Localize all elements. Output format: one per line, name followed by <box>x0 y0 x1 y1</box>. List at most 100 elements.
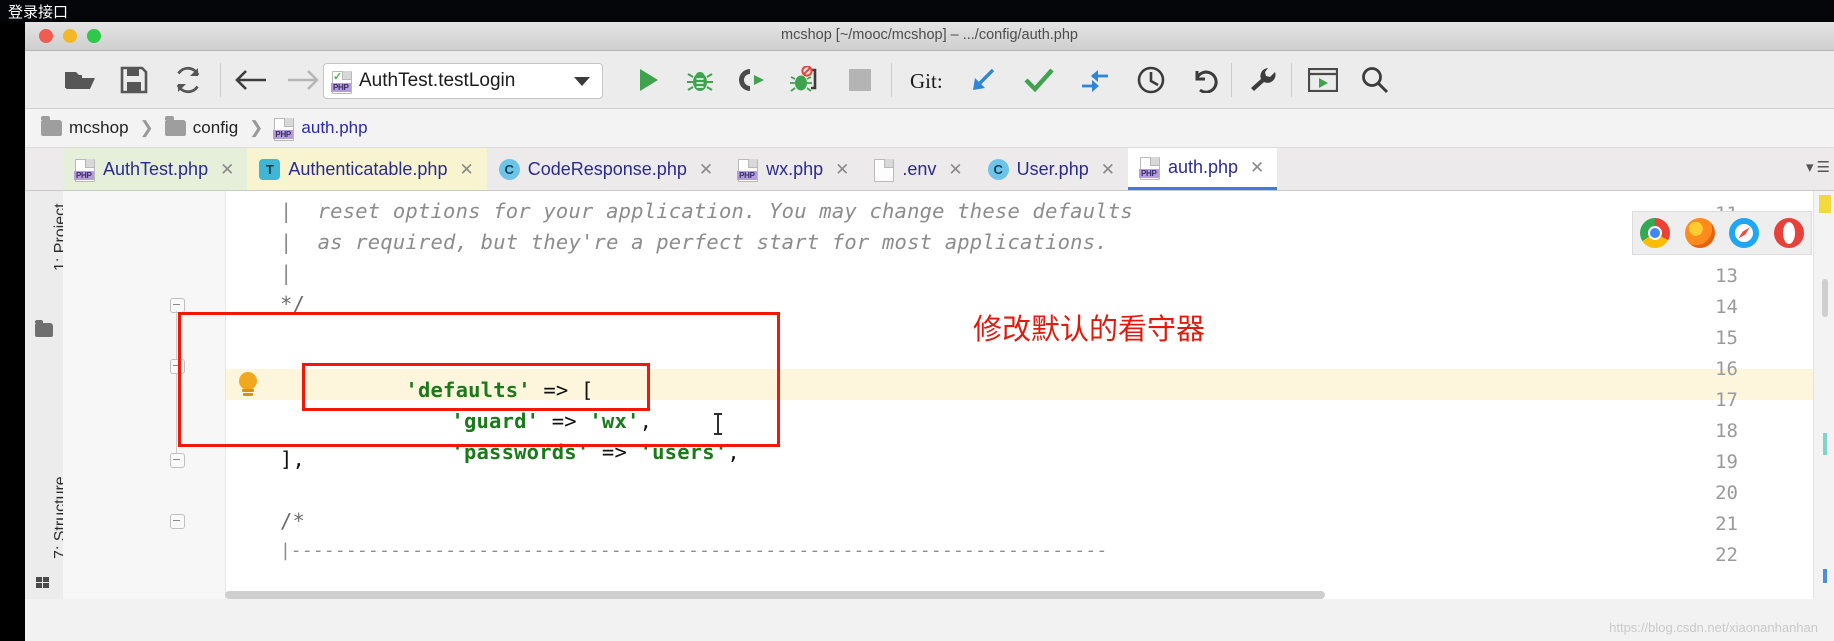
marker-scrollbar[interactable] <box>1813 191 1834 599</box>
breadcrumb-label: mcshop <box>69 118 129 137</box>
warning-marker[interactable] <box>1819 195 1831 213</box>
scroll-thumb[interactable] <box>1822 279 1828 317</box>
fold-line <box>176 311 177 359</box>
run-configuration-selector[interactable]: ✓ PHP AuthTest.testLogin <box>323 63 603 99</box>
browser-launcher-bar[interactable] <box>1632 211 1812 255</box>
code-editor[interactable]: 1: Project 7: Structure 11 12 13 14 15 1… <box>25 191 1834 599</box>
code-line-11: | reset options for your application. Yo… <box>280 199 1133 223</box>
close-icon[interactable]: ✕ <box>1250 159 1264 176</box>
tab-env[interactable]: .env ✕ <box>862 148 975 190</box>
tab-label: CodeResponse.php <box>527 158 687 179</box>
git-commit-icon[interactable] <box>1015 51 1063 108</box>
tab-coderesponse-php[interactable]: C CodeResponse.php ✕ <box>487 148 726 190</box>
annotation-text: 修改默认的看守器 <box>973 312 1206 346</box>
structure-icon <box>36 577 50 589</box>
tab-label: AuthTest.php <box>103 158 209 179</box>
breadcrumb-label: config <box>192 118 239 137</box>
search-everywhere-icon[interactable] <box>1351 51 1399 108</box>
opera-icon[interactable] <box>1773 218 1804 248</box>
ide-window: mcshop [~/mooc/mcshop] – .../config/auth… <box>25 22 1834 641</box>
sync-icon[interactable] <box>165 51 211 108</box>
fold-marker[interactable] <box>170 453 185 468</box>
horizontal-scrollbar[interactable] <box>225 591 1325 599</box>
safari-icon[interactable] <box>1729 218 1760 248</box>
open-in-browser-icon[interactable] <box>1299 51 1347 108</box>
revert-icon[interactable] <box>1181 51 1229 108</box>
stop-icon[interactable] <box>837 51 883 108</box>
left-tool-rail: 1: Project 7: Structure <box>25 191 69 599</box>
run-with-coverage-icon[interactable] <box>729 51 777 108</box>
code-line-13: | <box>280 261 293 285</box>
breadcrumb-item-config[interactable]: config <box>164 116 239 138</box>
chevron-down-icon[interactable] <box>574 76 590 86</box>
code-line-22: |---------------------------------------… <box>280 540 1108 561</box>
folder-icon <box>164 116 186 136</box>
back-icon[interactable] <box>227 51 275 108</box>
git-label: Git: <box>910 69 943 93</box>
tab-auth-php[interactable]: PHP auth.php ✕ <box>1127 148 1278 190</box>
annotation-box-inner <box>302 363 650 411</box>
git-update-icon[interactable] <box>960 51 1006 108</box>
trait-icon: T <box>259 158 281 180</box>
history-icon[interactable] <box>1127 51 1175 108</box>
tab-label: Authenticatable.php <box>288 158 448 179</box>
tab-list-menu[interactable]: ▾ ☰ <box>1806 158 1830 176</box>
tab-label: wx.php <box>766 158 824 179</box>
main-toolbar: ✓ PHP AuthTest.testLogin Git: <box>25 51 1834 109</box>
fold-marker[interactable] <box>170 298 185 313</box>
breadcrumb-item-authphp[interactable]: PHP auth.php <box>273 117 368 141</box>
run-configuration-label: AuthTest.testLogin <box>359 70 516 91</box>
folder-icon <box>41 116 62 136</box>
close-icon[interactable]: ✕ <box>220 161 234 178</box>
top-caption-strip: 登录接口 <box>0 0 1834 22</box>
code-line-12: | as required, but they're a perfect sta… <box>280 230 1108 254</box>
toolbar-separator <box>220 63 221 97</box>
fold-marker[interactable] <box>170 514 185 529</box>
php-file-icon: PHP <box>273 117 295 141</box>
open-folder-icon[interactable] <box>57 51 103 108</box>
toolbar-separator-3 <box>1231 63 1232 97</box>
breadcrumb-separator: ❯ <box>139 118 154 137</box>
php-file-icon: PHP <box>74 158 95 182</box>
close-icon[interactable]: ✕ <box>699 161 713 178</box>
toolbar-separator-4 <box>1291 63 1292 97</box>
save-all-icon[interactable] <box>111 51 157 108</box>
close-icon[interactable]: ✕ <box>835 161 849 178</box>
code-line-21: /* <box>280 509 306 533</box>
class-icon: C <box>987 158 1009 180</box>
tab-label: .env <box>902 158 937 179</box>
window-title: mcshop [~/mooc/mcshop] – .../config/auth… <box>780 27 1078 43</box>
close-icon[interactable]: ✕ <box>459 161 473 178</box>
debug-disabled-icon[interactable] <box>781 51 829 108</box>
firefox-icon[interactable] <box>1684 218 1715 248</box>
tab-label: auth.php <box>1167 157 1239 177</box>
file-icon <box>874 158 895 182</box>
window-title-bar: mcshop [~/mooc/mcshop] – .../config/auth… <box>25 22 1834 51</box>
folder-icon <box>35 320 53 337</box>
class-icon: C <box>498 158 520 180</box>
hamburger-icon[interactable]: ☰ <box>1817 158 1830 176</box>
tab-authtest-php[interactable]: PHP AuthTest.php ✕ <box>63 148 248 190</box>
php-file-icon: PHP <box>1138 157 1160 180</box>
php-file-icon: PHP <box>737 158 759 182</box>
tab-wx-php[interactable]: PHP wx.php ✕ <box>726 148 862 190</box>
debug-icon[interactable] <box>677 51 723 108</box>
page-caption: 登录接口 <box>8 3 69 21</box>
screenshot-root: 登录接口 mcshop [~/mooc/mcshop] – .../config… <box>0 0 1834 641</box>
chrome-icon[interactable] <box>1640 218 1671 248</box>
forward-icon[interactable] <box>279 51 327 108</box>
close-icon[interactable]: ✕ <box>1101 161 1115 178</box>
breadcrumb-item-mcshop[interactable]: mcshop <box>41 116 129 138</box>
fold-line <box>176 373 177 453</box>
settings-icon[interactable] <box>1239 51 1287 108</box>
tab-authenticatable-php[interactable]: T Authenticatable.php ✕ <box>247 148 487 190</box>
run-icon[interactable] <box>625 51 671 108</box>
editor-tab-strip: PHP AuthTest.php ✕ T Authenticatable.php… <box>25 148 1834 191</box>
breadcrumb-separator: ❯ <box>249 118 264 137</box>
close-icon[interactable]: ✕ <box>948 161 962 178</box>
git-push-icon[interactable] <box>1071 51 1119 108</box>
chevron-down-icon[interactable]: ▾ <box>1806 158 1814 176</box>
left-black-gutter <box>0 22 25 641</box>
change-marker <box>1823 433 1827 455</box>
tab-user-php[interactable]: C User.php ✕ <box>976 148 1128 190</box>
